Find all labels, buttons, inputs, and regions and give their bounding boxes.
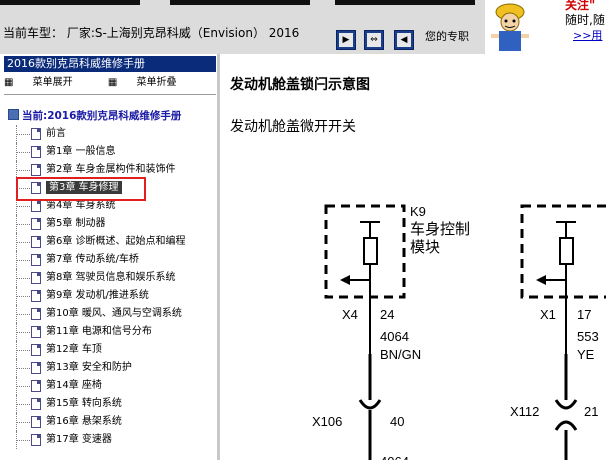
document-icon: [31, 272, 41, 284]
selection-annotation-box: [16, 177, 146, 201]
arrow-icon: [536, 275, 546, 285]
tree-item-chapter-16[interactable]: 第16章 悬架系统: [12, 413, 217, 431]
prev-page-button[interactable]: ▶: [336, 30, 356, 50]
right-inline-connector: X112: [510, 404, 539, 419]
next-page-button[interactable]: ◀: [394, 30, 414, 50]
document-icon: [31, 236, 41, 248]
manual-title: 2016款别克昂科威维修手册: [4, 56, 216, 72]
header-banner-strip: [170, 0, 310, 5]
left-circuit: 4064: [380, 329, 409, 344]
document-icon: [31, 362, 41, 374]
expand-menu-link[interactable]: ▦ 菜单展开: [4, 77, 89, 88]
mascot-icon: [485, 0, 535, 54]
tree-item-preface[interactable]: 前言: [12, 125, 217, 143]
document-icon: [31, 164, 41, 176]
left-wire-color: BN/GN: [380, 347, 421, 362]
right-inline-pin: 21: [584, 404, 598, 419]
connector-symbol: [554, 420, 578, 431]
grid-icon: ▦: [4, 77, 17, 88]
right-pin: 17: [577, 307, 591, 322]
document-icon: [31, 398, 41, 410]
tree-item-chapter-8[interactable]: 第8章 驾驶员信息和娱乐系统: [12, 269, 217, 287]
document-icon: [31, 254, 41, 266]
resistor-symbol: [363, 237, 378, 265]
right-circuit: 553: [577, 329, 599, 344]
document-icon: [31, 434, 41, 446]
current-manual[interactable]: 当前:2016款别克昂科威维修手册: [8, 108, 218, 123]
current-manual-label: 当前:2016款别克昂科威维修手册: [22, 110, 182, 122]
header-banner-strip: [0, 0, 140, 5]
module-id: K9: [410, 204, 426, 219]
tree-item-chapter-13[interactable]: 第13章 安全和防护: [12, 359, 217, 377]
connector-symbol: [554, 399, 578, 410]
book-icon: [8, 109, 19, 120]
document-icon: [31, 380, 41, 392]
tree-item-chapter-5[interactable]: 第5章 制动器: [12, 215, 217, 233]
promo-link[interactable]: >>用: [573, 27, 602, 43]
left-inline-connector: X106: [312, 414, 342, 429]
arrow-icon: [340, 275, 350, 285]
document-icon: [31, 416, 41, 428]
grid-icon: ▦: [107, 77, 121, 88]
connector-symbol: [358, 399, 382, 410]
current-car-model: 当前车型： 厂家:S-上海别克昂科威（Envision） 2016: [3, 26, 300, 40]
left-pin: 24: [380, 307, 394, 322]
header-banner-strip: [335, 0, 475, 5]
tree-item-chapter-9[interactable]: 第9章 发动机/推进系统: [12, 287, 217, 305]
document-icon: [31, 290, 41, 302]
right-wire-color: YE: [577, 347, 595, 362]
document-icon: [31, 128, 41, 140]
tree-item-chapter-15[interactable]: 第15章 转向系统: [12, 395, 217, 413]
module-name-line1: 车身控制: [410, 221, 470, 238]
resistor-symbol: [559, 237, 574, 265]
collapse-menu-label: 菜单折叠: [136, 77, 177, 88]
right-connector: X1: [540, 307, 556, 322]
expand-arrows-icon: ⇔: [367, 33, 381, 47]
document-icon: [31, 146, 41, 158]
tree-item-chapter-12[interactable]: 第12章 车顶: [12, 341, 217, 359]
tree-item-chapter-1[interactable]: 第1章 一般信息: [12, 143, 217, 161]
document-icon: [31, 326, 41, 338]
expand-menu-label: 菜单展开: [32, 77, 73, 88]
play-left-icon: ▶: [339, 33, 353, 47]
document-icon: [31, 218, 41, 230]
promo-line2: 随时,随: [565, 13, 605, 27]
tree-item-chapter-14[interactable]: 第14章 座椅: [12, 377, 217, 395]
module-name-line2: 模块: [410, 239, 440, 256]
arrow-left-icon: ◀: [397, 33, 411, 47]
left-inline-pin: 40: [390, 414, 404, 429]
document-icon: [31, 200, 41, 212]
top-toolbar: 当前车型： 厂家:S-上海别克昂科威（Envision） 2016 ▶ ⇔ ◀ …: [0, 0, 606, 54]
specialist-text: 您的专职: [425, 30, 469, 43]
module-dashed-box: [520, 204, 606, 299]
document-icon: [31, 308, 41, 320]
divider: [4, 94, 216, 95]
left-bottom-circuit: 4064: [380, 454, 409, 460]
tree-item-chapter-11[interactable]: 第11章 电源和信号分布: [12, 323, 217, 341]
tree-item-chapter-10[interactable]: 第10章 暖风、通风与空调系统: [12, 305, 217, 323]
document-icon: [31, 344, 41, 356]
tree-item-chapter-17[interactable]: 第17章 变速器: [12, 431, 217, 449]
left-connector: X4: [342, 307, 358, 322]
expand-button[interactable]: ⇔: [364, 30, 384, 50]
promo-banner: 关注" 随时,随 >>用: [535, 0, 606, 54]
manual-sidebar: 2016款别克昂科威维修手册 ▦ 菜单展开 ▦ 菜单折叠 当前:2016款别克昂…: [0, 54, 220, 460]
wiring-diagram: K9 车身控制 模块 X4 24 4064 BN/GN X106 40 4064…: [312, 204, 606, 460]
tree-item-chapter-7[interactable]: 第7章 传动系统/车桥: [12, 251, 217, 269]
tree-item-chapter-6[interactable]: 第6章 诊断概述、起始点和编程: [12, 233, 217, 251]
collapse-menu-link[interactable]: ▦ 菜单折叠: [108, 77, 193, 88]
chapter-tree: 前言 第1章 一般信息 第2章 车身金属构件和装饰件 第3章 车身修理 第4章 …: [12, 125, 217, 449]
content-pane: 发动机舱盖锁闩示意图 发动机舱盖微开开关 K9 车身控制 模块 X4 24 40…: [220, 54, 606, 460]
menu-actions: ▦ 菜单展开 ▦ 菜单折叠: [4, 74, 216, 92]
